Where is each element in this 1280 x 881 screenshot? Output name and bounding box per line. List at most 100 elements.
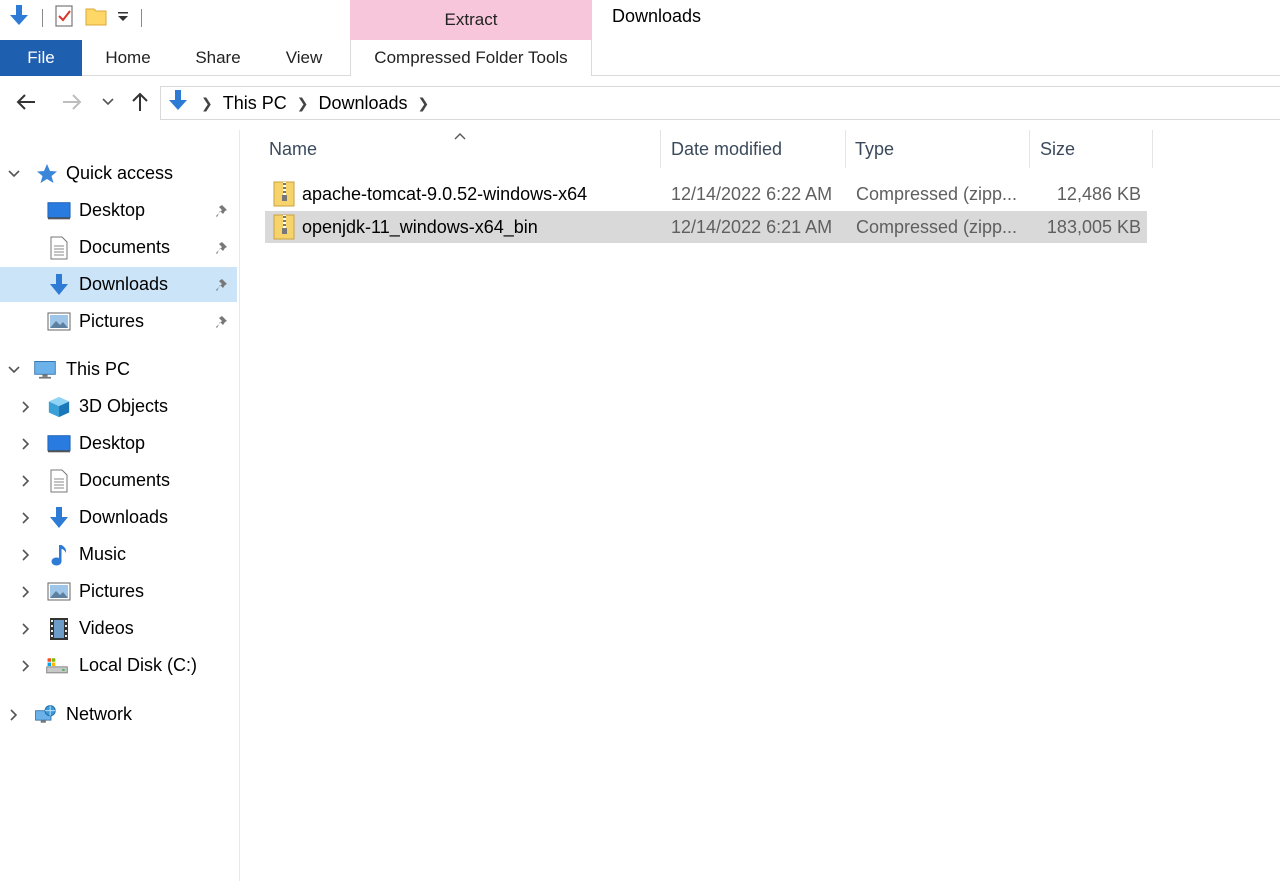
nav-this-pc-pictures-label: Pictures <box>79 581 145 601</box>
file-type: Compressed (zipp... <box>856 216 1018 237</box>
new-folder-icon[interactable] <box>83 3 109 34</box>
file-date-modified: 12/14/2022 6:22 AM <box>671 183 833 204</box>
chevron-right-icon[interactable]: ❯ <box>297 95 309 112</box>
toolbar-separator <box>141 9 142 27</box>
back-button[interactable] <box>12 88 40 116</box>
3d-objects-icon <box>47 395 71 419</box>
file-date-modified: 12/14/2022 6:21 AM <box>671 216 833 237</box>
navigation-pane: Quick access Desktop Documents Downloads <box>0 130 240 881</box>
nav-this-pc-downloads[interactable]: Downloads <box>0 500 237 535</box>
nav-this-pc-documents[interactable]: Documents <box>0 463 237 498</box>
file-row[interactable]: openjdk-11_windows-x64_bin 12/14/2022 6:… <box>265 211 1147 243</box>
file-name: apache-tomcat-9.0.52-windows-x64 <box>302 183 588 204</box>
nav-quick-pictures-label: Pictures <box>79 311 145 331</box>
nav-quick-desktop[interactable]: Desktop <box>0 193 237 228</box>
chevron-right-icon[interactable] <box>6 707 22 723</box>
back-arrow-icon <box>16 94 35 110</box>
pin-icon[interactable] <box>214 239 232 257</box>
nav-this-pc-pictures[interactable]: Pictures <box>0 574 237 609</box>
chevron-right-icon[interactable] <box>18 473 34 489</box>
nav-network-label: Network <box>66 704 133 724</box>
column-divider[interactable] <box>1029 130 1030 168</box>
column-header-size[interactable]: Size <box>1040 130 1150 168</box>
chevron-right-icon[interactable] <box>18 436 34 452</box>
downloads-folder-icon <box>6 3 32 34</box>
pin-icon[interactable] <box>214 313 232 331</box>
network-icon <box>33 703 57 727</box>
downloads-icon <box>47 506 71 530</box>
up-button[interactable] <box>126 88 154 116</box>
pin-icon[interactable] <box>214 202 232 220</box>
computer-icon <box>33 358 57 382</box>
breadcrumb-downloads[interactable]: Downloads <box>318 93 407 114</box>
chevron-down-icon[interactable] <box>6 166 22 182</box>
column-divider[interactable] <box>845 130 846 168</box>
chevron-right-icon[interactable] <box>18 658 34 674</box>
quick-access-toolbar <box>6 4 146 32</box>
documents-icon <box>47 236 71 260</box>
nav-quick-desktop-label: Desktop <box>79 200 146 220</box>
toolbar-separator <box>42 9 43 27</box>
nav-quick-documents[interactable]: Documents <box>0 230 237 265</box>
chevron-right-icon[interactable] <box>18 510 34 526</box>
chevron-right-icon[interactable]: ❯ <box>418 95 430 112</box>
nav-this-pc-desktop-label: Desktop <box>79 433 146 453</box>
nav-3d-objects[interactable]: 3D Objects <box>0 389 237 424</box>
chevron-right-icon[interactable]: ❯ <box>201 95 213 112</box>
desktop-icon <box>47 432 71 456</box>
pin-icon[interactable] <box>214 276 232 294</box>
navigation-bar: ❯ This PC ❯ Downloads ❯ <box>0 84 1280 122</box>
address-bar[interactable]: ❯ This PC ❯ Downloads ❯ <box>160 86 1280 120</box>
nav-videos[interactable]: Videos <box>0 611 237 646</box>
nav-quick-documents-label: Documents <box>79 237 171 257</box>
nav-quick-downloads[interactable]: Downloads <box>0 267 237 302</box>
column-header-date-modified[interactable]: Date modified <box>671 130 843 168</box>
downloads-icon <box>47 273 71 297</box>
up-arrow-icon <box>132 92 148 111</box>
tab-share[interactable]: Share <box>182 40 254 76</box>
nav-music[interactable]: Music <box>0 537 237 572</box>
nav-local-disk-label: Local Disk (C:) <box>79 655 198 675</box>
chevron-right-icon[interactable] <box>18 547 34 563</box>
breadcrumb-this-pc[interactable]: This PC <box>223 93 287 114</box>
music-icon <box>47 543 71 567</box>
nav-local-disk[interactable]: Local Disk (C:) <box>0 648 237 683</box>
window-title: Downloads <box>612 6 702 26</box>
file-row[interactable]: apache-tomcat-9.0.52-windows-x64 12/14/2… <box>265 178 1147 210</box>
chevron-right-icon[interactable] <box>18 399 34 415</box>
properties-icon[interactable] <box>53 3 77 34</box>
tab-file[interactable]: File <box>0 40 82 76</box>
column-header-name[interactable]: Name <box>269 130 659 168</box>
tab-view[interactable]: View <box>270 40 338 76</box>
nav-quick-downloads-label: Downloads <box>79 274 169 294</box>
chevron-down-icon[interactable] <box>6 362 22 378</box>
forward-button[interactable] <box>58 88 86 116</box>
chevron-down-icon <box>102 98 114 106</box>
ribbon-tabs: File Home Share View Compressed Folder T… <box>0 40 1280 76</box>
customize-toolbar-dropdown-icon[interactable] <box>115 3 131 34</box>
column-divider[interactable] <box>1152 130 1153 168</box>
nav-quick-access[interactable]: Quick access <box>0 156 237 191</box>
chevron-right-icon[interactable] <box>18 621 34 637</box>
desktop-icon <box>47 199 71 223</box>
recent-locations-button[interactable] <box>96 88 120 116</box>
zip-folder-icon <box>273 178 301 210</box>
column-divider[interactable] <box>660 130 661 168</box>
zip-folder-icon <box>273 211 301 243</box>
nav-this-pc[interactable]: This PC <box>0 352 237 387</box>
forward-arrow-icon <box>63 94 82 110</box>
file-size: 12,486 KB <box>1056 183 1141 204</box>
nav-this-pc-desktop[interactable]: Desktop <box>0 426 237 461</box>
file-name: openjdk-11_windows-x64_bin <box>302 216 538 237</box>
title-bar: Extract Downloads <box>0 0 1280 40</box>
nav-quick-access-label: Quick access <box>66 163 174 183</box>
nav-network[interactable]: Network <box>0 697 237 732</box>
column-header-type[interactable]: Type <box>855 130 1027 168</box>
tab-home[interactable]: Home <box>90 40 166 76</box>
chevron-right-icon[interactable] <box>18 584 34 600</box>
nav-quick-pictures[interactable]: Pictures <box>0 304 237 339</box>
pictures-icon <box>47 580 71 604</box>
nav-videos-label: Videos <box>79 618 134 638</box>
extract-context-header[interactable]: Extract <box>350 0 592 40</box>
tab-compressed-folder-tools[interactable]: Compressed Folder Tools <box>350 40 592 76</box>
